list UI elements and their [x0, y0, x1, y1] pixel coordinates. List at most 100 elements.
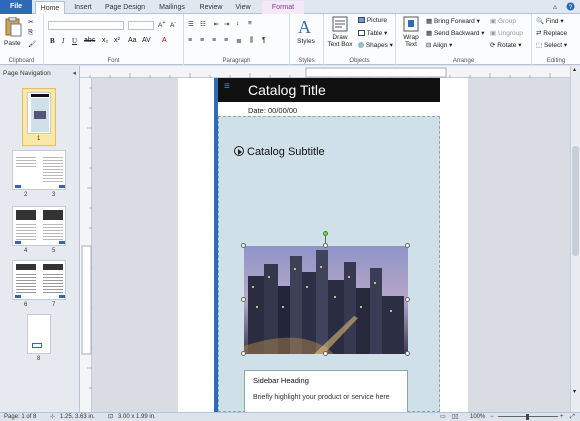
bullets-icon[interactable]: ☰	[188, 20, 194, 28]
play-bullet-icon	[234, 146, 244, 157]
paste-button[interactable]: Paste	[4, 16, 22, 47]
align-left-icon[interactable]: ≡	[188, 37, 192, 44]
align-label: Align	[432, 42, 448, 49]
find-label: Find	[545, 18, 559, 25]
show-marks-icon[interactable]: ¶	[262, 37, 266, 44]
resize-handle-bottom-left[interactable]	[241, 351, 246, 356]
resize-handle-bottom[interactable]	[323, 351, 328, 356]
zoom-slider-thumb[interactable]	[526, 414, 529, 420]
group-button[interactable]: ▣ Group	[490, 17, 516, 25]
cut-icon[interactable]: ✂	[28, 18, 33, 26]
find-button[interactable]: 🔍 Find ▾	[536, 17, 564, 25]
font-color-icon[interactable]: A	[162, 37, 167, 44]
align-right-icon[interactable]: ≡	[212, 37, 216, 44]
city-photo[interactable]	[244, 246, 408, 354]
tab-review[interactable]: Review	[195, 1, 227, 14]
rotate-label: Rotate	[497, 42, 517, 49]
change-case-icon[interactable]: Aa	[128, 37, 137, 44]
tab-home[interactable]: Home	[35, 1, 65, 15]
collapse-pane-icon[interactable]: ◂	[72, 69, 76, 77]
page-thumbnail-2-3[interactable]	[12, 150, 66, 190]
vertical-scrollbar[interactable]: ▴ ▾	[570, 66, 580, 412]
bold-icon[interactable]: B	[50, 37, 55, 45]
ungroup-label: Ungroup	[497, 30, 523, 37]
sidebar-box[interactable]: Sidebar Heading Briefly highlight your p…	[244, 370, 408, 412]
date-text[interactable]: Date: 00/00/00	[248, 106, 297, 115]
columns-icon[interactable]: ⫼	[250, 37, 253, 45]
rotate-button[interactable]: ⟳ Rotate ▾	[490, 41, 522, 49]
page-thumbnail-1[interactable]	[27, 92, 51, 134]
document-page[interactable]: Catalog Title ≡ Date: 00/00/00 Catalog S…	[178, 78, 468, 412]
page-thumbnail-4-5[interactable]	[12, 206, 66, 246]
page-number-6: 6	[24, 302, 28, 308]
paragraph-group: ☰ ☷ ⇤ ⇥ ↕ ≡ ≡ ≡ ≡ ≡ ≣ ⫼ ¶ Paragraph	[184, 14, 290, 65]
shrink-font-icon[interactable]: A-	[170, 20, 176, 29]
increase-indent-icon[interactable]: ⇥	[224, 20, 229, 28]
resize-handle-left[interactable]	[241, 297, 246, 302]
format-painter-icon[interactable]: 🖌	[28, 40, 36, 48]
decrease-indent-icon[interactable]: ⇤	[214, 20, 219, 28]
resize-handle-right[interactable]	[405, 297, 410, 302]
line-spacing-icon[interactable]: ≡	[248, 20, 252, 27]
document-canvas[interactable]: Catalog Title ≡ Date: 00/00/00 Catalog S…	[92, 78, 570, 412]
page-number-8: 8	[37, 356, 41, 362]
vertical-ruler[interactable]	[80, 78, 92, 412]
styles-icon: A	[298, 17, 311, 37]
strikethrough-icon[interactable]: abc	[84, 37, 95, 44]
tab-mailings[interactable]: Mailings	[152, 1, 192, 14]
resize-handle-bottom-right[interactable]	[405, 351, 410, 356]
tab-file[interactable]: File	[0, 0, 32, 14]
send-backward-button[interactable]: ▦ Send Backward ▾	[426, 29, 485, 37]
page-number-4: 4	[24, 248, 28, 254]
copy-icon[interactable]: ⎘	[28, 29, 33, 37]
font-size-field[interactable]	[128, 21, 154, 30]
ungroup-button[interactable]: ▣ Ungroup	[490, 29, 523, 37]
scroll-down-icon[interactable]: ▾	[573, 388, 576, 395]
objects-group: Draw Text Box Picture Table ▾ Shapes ▾ O…	[324, 14, 396, 65]
justify-icon[interactable]: ≡	[224, 37, 228, 44]
sidebar-heading[interactable]: Sidebar Heading	[253, 376, 399, 385]
bring-forward-button[interactable]: ▦ Bring Forward ▾	[426, 17, 480, 25]
font-name-field[interactable]	[48, 21, 124, 30]
tab-insert[interactable]: Insert	[68, 1, 98, 14]
subscript-icon[interactable]: x₂	[102, 37, 108, 44]
select-button[interactable]: ⬚ Select ▾	[536, 41, 567, 49]
help-icon[interactable]: ?	[566, 2, 575, 13]
tab-view[interactable]: View	[229, 1, 257, 14]
italic-icon[interactable]: I	[62, 37, 64, 45]
tab-page-design[interactable]: Page Design	[100, 1, 150, 14]
rotate-handle[interactable]	[323, 231, 328, 236]
ribbon: Paste ✂ ⎘ 🖌 Clipboard A+ A- B I U abc x₂…	[0, 14, 580, 65]
shapes-button[interactable]: Shapes ▾	[358, 41, 393, 49]
replace-button[interactable]: ⇄ Replace	[536, 29, 567, 37]
distribute-icon[interactable]: ≣	[236, 37, 242, 45]
shapes-icon	[358, 42, 364, 49]
tab-format[interactable]: Format	[262, 1, 304, 14]
styles-button[interactable]: A Styles	[296, 16, 316, 45]
catalog-title[interactable]: Catalog Title	[218, 78, 440, 102]
align-button[interactable]: ⊟ Align ▾	[426, 41, 452, 49]
horizontal-ruler[interactable]	[80, 66, 570, 78]
sidebar-text[interactable]: Briefly highlight your product or servic…	[253, 394, 399, 401]
draw-text-box-button[interactable]: Draw Text Box	[326, 16, 354, 48]
resize-handle-top-right[interactable]	[405, 243, 410, 248]
picture-button[interactable]: Picture	[358, 17, 387, 24]
scroll-up-icon[interactable]: ▴	[573, 66, 576, 73]
paragraph-spacing-icon[interactable]: ↕	[236, 20, 239, 27]
page-thumbnail-6-7[interactable]	[12, 260, 66, 300]
align-center-icon[interactable]: ≡	[200, 37, 204, 44]
page-thumbnail-8[interactable]	[27, 314, 51, 354]
grow-font-icon[interactable]: A+	[158, 20, 166, 29]
superscript-icon[interactable]: x²	[114, 37, 120, 44]
table-button[interactable]: Table ▾	[358, 29, 387, 37]
minimize-ribbon-icon[interactable]: ▵	[553, 2, 557, 11]
wrap-text-button[interactable]: Wrap Text	[400, 16, 422, 48]
resize-handle-top-left[interactable]	[241, 243, 246, 248]
page-number-2: 2	[24, 192, 28, 198]
underline-icon[interactable]: U	[72, 37, 77, 45]
numbering-icon[interactable]: ☷	[200, 20, 206, 28]
arrange-group: Wrap Text ▦ Bring Forward ▾ ▦ Send Backw…	[396, 14, 532, 65]
catalog-subtitle[interactable]: Catalog Subtitle	[234, 146, 325, 158]
character-spacing-icon[interactable]: AV	[142, 37, 151, 44]
scrollbar-thumb[interactable]	[572, 146, 579, 256]
